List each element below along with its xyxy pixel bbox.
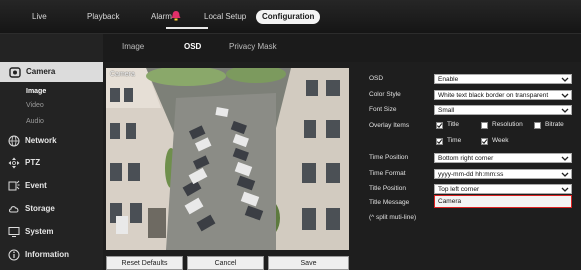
- active-tab-indicator: [166, 27, 208, 29]
- osd-title-overlay: Camera: [110, 71, 135, 78]
- sidebar-item-camera[interactable]: Camera: [0, 62, 109, 82]
- time-format-select[interactable]: yyyy-mm-dd hh:mm:ss: [434, 169, 572, 179]
- title-position-label: Title Position: [369, 185, 406, 192]
- color-style-select[interactable]: White text black border on transparent: [434, 90, 572, 100]
- font-size-select[interactable]: Small: [434, 105, 572, 115]
- nav-playback[interactable]: Playback: [87, 10, 119, 24]
- info-icon: [8, 249, 20, 261]
- chevron-down-icon: [561, 77, 569, 82]
- time-format-label: Time Format: [369, 170, 406, 177]
- sidebar-item-network[interactable]: Network: [8, 133, 100, 149]
- event-icon: [8, 180, 20, 191]
- sidebar-item-system[interactable]: System: [8, 224, 100, 240]
- globe-icon: [8, 135, 20, 147]
- sidebar-sub-video[interactable]: Video: [26, 102, 44, 109]
- save-button[interactable]: Save: [268, 256, 349, 270]
- monitor-icon: [8, 227, 20, 237]
- sidebar-item-information[interactable]: Information: [8, 247, 100, 263]
- nav-configuration[interactable]: Configuration: [256, 10, 321, 24]
- sidebar: Camera Image Video Audio Network PTZ Eve…: [0, 34, 109, 270]
- video-preview: Camera: [106, 68, 349, 250]
- chevron-down-icon: [561, 93, 569, 98]
- camera-scene-image: [106, 68, 349, 250]
- title-message-input[interactable]: Camera: [434, 195, 572, 208]
- osd-label: OSD: [369, 75, 384, 82]
- chevron-down-icon: [561, 172, 569, 177]
- chevron-down-icon: [561, 108, 569, 113]
- nav-alarm[interactable]: Alarm: [151, 10, 172, 24]
- title-position-select[interactable]: Top left corner: [434, 184, 572, 194]
- checkbox-checked-icon: [436, 138, 443, 145]
- nav-live[interactable]: Live: [32, 10, 47, 24]
- sidebar-item-ptz[interactable]: PTZ: [8, 155, 100, 171]
- cancel-button[interactable]: Cancel: [187, 256, 264, 270]
- sidebar-item-event[interactable]: Event: [8, 178, 100, 194]
- alarm-bell-icon: [171, 11, 181, 21]
- nav-local-setup[interactable]: Local Setup: [204, 10, 246, 24]
- checkbox-checked-icon: [481, 138, 488, 145]
- split-hint: (^ split muti-line): [369, 214, 417, 221]
- sidebar-sub-image[interactable]: Image: [26, 88, 46, 95]
- checkbox-unchecked-icon: [534, 122, 541, 129]
- camera-icon: [9, 67, 21, 78]
- chevron-down-icon: [561, 187, 569, 192]
- sidebar-sub-audio[interactable]: Audio: [26, 118, 44, 125]
- osd-select[interactable]: Enable: [434, 74, 572, 84]
- tab-privacy-mask[interactable]: Privacy Mask: [229, 42, 277, 51]
- cloud-storage-icon: [9, 206, 19, 213]
- top-bar: Live Playback Alarm Local Setup Configur…: [0, 0, 581, 34]
- sidebar-item-label: Camera: [26, 67, 56, 76]
- chevron-down-icon: [561, 156, 569, 161]
- tab-bar: Image OSD Privacy Mask: [103, 34, 581, 62]
- time-position-select[interactable]: Bottom right corner: [434, 153, 572, 163]
- checkbox-checked-icon: [436, 122, 443, 129]
- checkbox-unchecked-icon: [481, 122, 488, 129]
- title-message-label: Title Message: [369, 199, 410, 206]
- time-position-label: Time Position: [369, 154, 409, 161]
- font-size-label: Font Size: [369, 106, 397, 113]
- color-style-label: Color Style: [369, 91, 401, 98]
- sidebar-item-storage[interactable]: Storage: [8, 201, 100, 217]
- ptz-arrows-icon: [8, 157, 20, 169]
- overlay-items-label: Overlay Items: [369, 122, 410, 129]
- reset-defaults-button[interactable]: Reset Defaults: [106, 256, 183, 270]
- tab-image[interactable]: Image: [122, 42, 144, 51]
- tab-osd[interactable]: OSD: [184, 42, 201, 51]
